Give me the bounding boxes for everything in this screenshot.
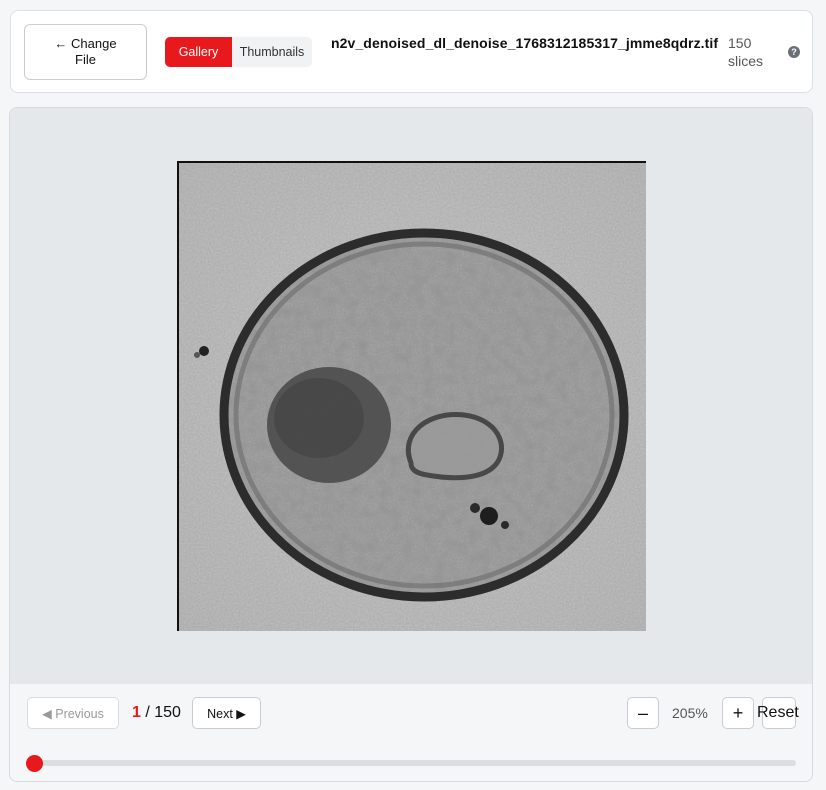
help-icon[interactable]: ? — [788, 46, 800, 58]
tab-gallery[interactable]: Gallery — [165, 37, 232, 67]
image-viewer: ◀ Previous 1 / 150 Next ▶ – 205% + Reset — [9, 107, 813, 782]
zoom-in-button[interactable]: + — [722, 697, 754, 729]
navigation-controls: ◀ Previous 1 / 150 Next ▶ – 205% + Reset — [10, 684, 812, 781]
total-slices: / 150 — [145, 704, 181, 721]
image-canvas[interactable] — [10, 108, 812, 684]
slice-counter: 1 / 150 — [132, 704, 181, 722]
slice-slider-track[interactable] — [30, 760, 796, 766]
slice-image — [177, 161, 646, 631]
reset-zoom-button[interactable]: Reset — [757, 697, 799, 729]
next-button[interactable]: Next ▶ — [192, 697, 261, 729]
tab-thumbnails[interactable]: Thumbnails — [232, 37, 312, 67]
reset-label: Reset — [757, 704, 799, 721]
top-toolbar: ← Change File Gallery Thumbnails n2v_den… — [10, 10, 813, 93]
cell-microscopy-image — [179, 163, 646, 631]
zoom-level: 205% — [672, 705, 708, 721]
previous-button[interactable]: ◀ Previous — [27, 697, 119, 729]
zoom-out-button[interactable]: – — [627, 697, 659, 729]
change-file-button[interactable]: ← Change File — [24, 24, 147, 80]
current-slice-number: 1 — [132, 704, 141, 721]
file-name: n2v_denoised_dl_denoise_1768312185317_jm… — [331, 35, 719, 51]
slice-slider-handle[interactable] — [25, 755, 43, 772]
slice-count: 150 slices — [728, 35, 764, 69]
view-mode-toggle: Gallery Thumbnails — [165, 37, 312, 67]
